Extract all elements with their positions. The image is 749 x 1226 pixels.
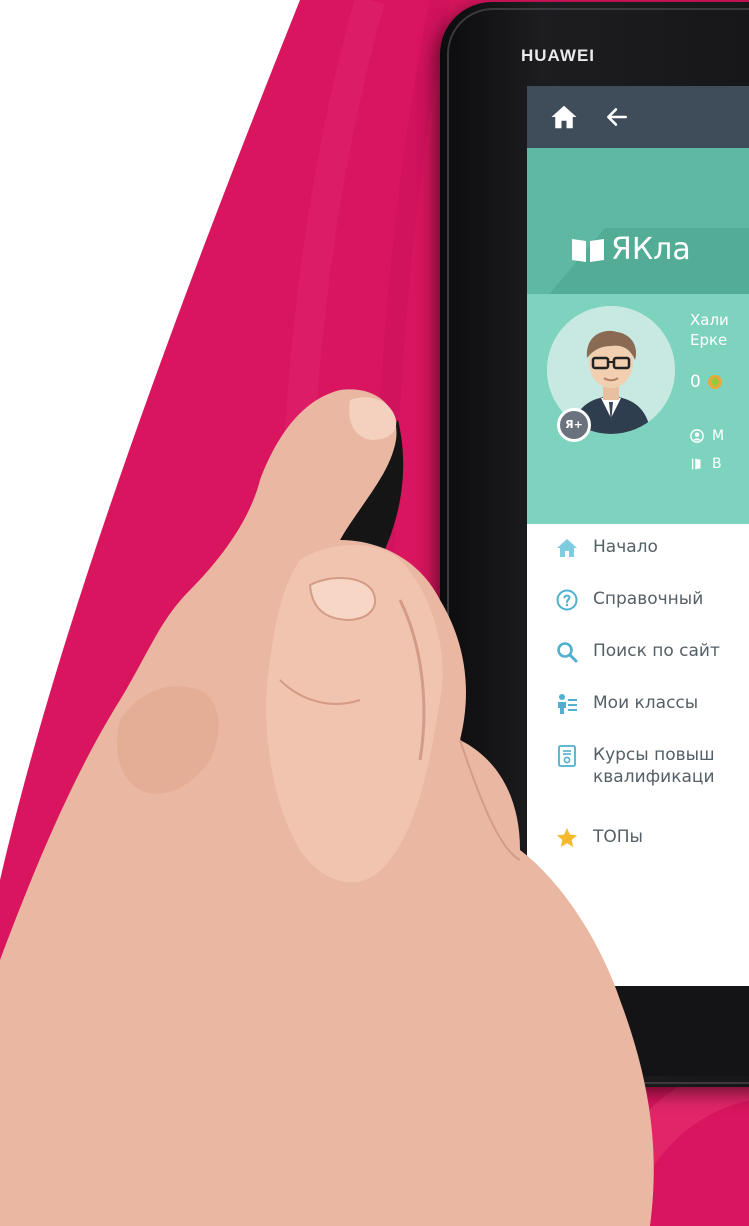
app-logo[interactable]: ЯКла xyxy=(571,232,691,267)
menu-item-tops[interactable]: ТОПы xyxy=(527,826,749,878)
menu-item-courses[interactable]: Курсы повыш квалификаци xyxy=(527,744,749,826)
user-name[interactable]: Хали Ерке xyxy=(690,310,729,350)
device-brand: HUAWEI xyxy=(521,46,595,65)
certificate-icon xyxy=(558,745,576,767)
tablet-bottom-bezel xyxy=(527,986,749,1076)
page: HUAWEI ЯКла Я+ Хали Ерке 0 М В Начало Сп… xyxy=(0,0,749,1226)
home-icon[interactable] xyxy=(549,102,579,132)
menu-item-label: Начало xyxy=(593,537,658,557)
star-icon xyxy=(557,828,577,847)
tablet-screen: ЯКла Я+ Хали Ерке 0 М В Начало Справочны… xyxy=(527,86,749,986)
classes-icon xyxy=(558,694,577,714)
menu-item-label-line2: квалификаци xyxy=(593,767,715,787)
menu-item-my-classes[interactable]: Мои классы xyxy=(527,692,749,744)
user-name-line2: Ерке xyxy=(690,331,728,349)
points-gem-icon xyxy=(707,375,722,389)
menu-item-label: Курсы повыш xyxy=(593,745,715,765)
avatar-badge: Я+ xyxy=(557,408,591,442)
question-circle-icon xyxy=(556,589,578,611)
logo-band: ЯКла xyxy=(527,148,749,294)
menu-item-label: Поиск по сайт xyxy=(593,641,720,661)
app-topbar xyxy=(527,86,749,148)
user-name-line1: Хали xyxy=(690,311,729,329)
side-menu: Начало Справочный Поиск по сайт Мои клас… xyxy=(527,524,749,878)
menu-item-search[interactable]: Поиск по сайт xyxy=(527,640,749,692)
profile-link-logout-label: В xyxy=(712,456,722,472)
user-circle-icon xyxy=(690,429,704,443)
search-icon xyxy=(557,642,578,663)
arrow-left-icon[interactable] xyxy=(603,104,631,130)
points-counter: 0 xyxy=(690,372,723,392)
profile-panel: Я+ Хали Ерке 0 М В xyxy=(527,294,749,524)
profile-link-logout[interactable]: В xyxy=(690,456,722,472)
menu-item-label: Справочный xyxy=(593,589,704,609)
menu-item-label: Мои классы xyxy=(593,693,699,713)
door-exit-icon xyxy=(691,458,701,470)
points-value: 0 xyxy=(690,372,701,392)
profile-link-account[interactable]: М xyxy=(690,428,724,444)
profile-link-account-label: М xyxy=(712,428,725,444)
home-icon xyxy=(557,539,577,557)
menu-item-reference[interactable]: Справочный xyxy=(527,588,749,640)
open-book-icon xyxy=(572,238,604,262)
menu-item-home[interactable]: Начало xyxy=(527,536,749,588)
menu-item-text: Курсы повыш квалификаци xyxy=(593,744,715,788)
menu-item-label: ТОПы xyxy=(593,827,643,847)
logo-text: ЯКла xyxy=(611,232,691,267)
